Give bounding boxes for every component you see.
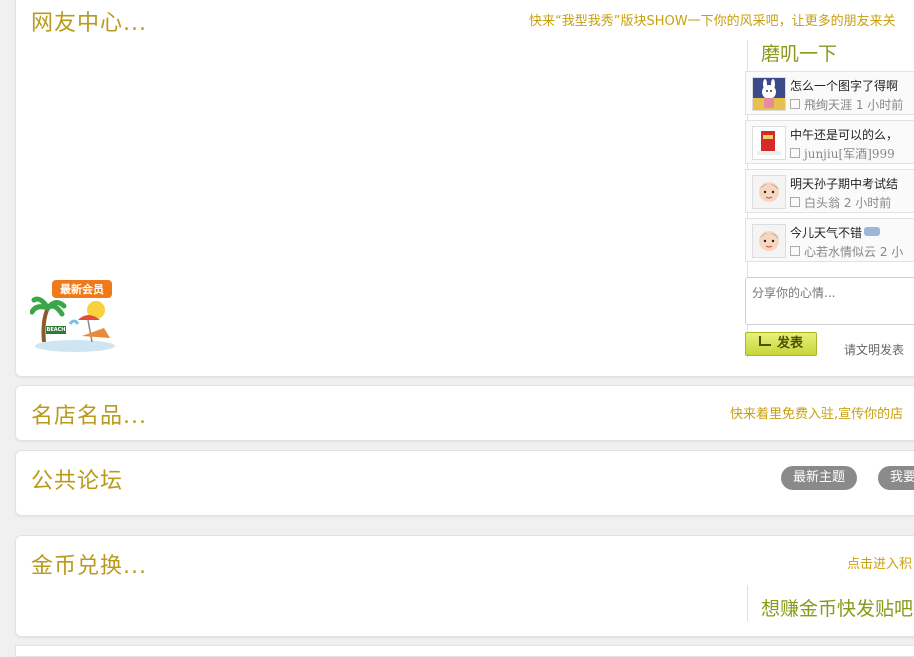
sidebar-title: 磨叽一下	[761, 43, 838, 65]
gold-exchange-title[interactable]: 金币兑换...	[31, 548, 147, 580]
famous-shops-title[interactable]: 名店名品...	[31, 398, 147, 430]
new-member-illustration[interactable]: BEACH 最新会员	[29, 278, 122, 354]
feed-item-text[interactable]: 怎么一个图字了得啊	[790, 77, 898, 94]
friend-center-promo-link[interactable]: 快来“我型我秀”版块SHOW一下你的风采吧，让更多的朋友来关	[529, 10, 896, 29]
gold-exchange-promo-link[interactable]: 点击进入积	[847, 553, 912, 572]
mood-input[interactable]	[746, 278, 914, 330]
feed-item-time: 2 小时前	[843, 196, 892, 210]
feed-item[interactable]: 中午还是可以的么， junjiu[军酒]999	[745, 120, 914, 164]
feed-item-text[interactable]: 明天孙子期中考试结	[790, 175, 898, 192]
doc-icon	[790, 246, 800, 256]
famous-shops-promo-link[interactable]: 快来着里免费入驻,宣传你的店	[730, 403, 903, 422]
feed-item-user[interactable]: 白头翁	[804, 196, 840, 210]
feed-item-user[interactable]: 心若水情似云	[804, 245, 876, 259]
feed-item[interactable]: 怎么一个图字了得啊 飛绚天涯 1 小时前	[745, 71, 914, 115]
post-button[interactable]: 发表	[745, 332, 817, 356]
user-badge-icon	[864, 227, 881, 236]
public-forum-panel	[15, 450, 914, 516]
doc-icon	[790, 99, 800, 109]
avatar[interactable]	[752, 175, 786, 209]
avatar[interactable]	[752, 126, 786, 160]
new-member-badge: 最新会员	[52, 280, 112, 298]
gold-sidebar-divider	[747, 585, 748, 621]
feed-item-meta: 飛绚天涯 1 小时前	[790, 96, 903, 113]
doc-icon	[790, 197, 800, 207]
avatar[interactable]	[752, 77, 786, 111]
feed-item-meta: 白头翁 2 小时前	[790, 194, 891, 211]
gold-exchange-panel	[15, 535, 914, 637]
public-forum-title[interactable]: 公共论坛	[31, 463, 123, 495]
gold-sidebar-title: 想赚金币快发贴吧	[761, 598, 914, 620]
mood-input-container	[745, 277, 914, 330]
feed-item-text-content: 今儿天气不错	[790, 226, 863, 240]
feed-item[interactable]: 今儿天气不错 心若水情似云 2 小	[745, 218, 914, 262]
feed-item-time: 1 小时前	[855, 98, 904, 112]
post-new-topic-button[interactable]: 我要	[878, 466, 914, 490]
post-tip: 请文明发表	[844, 343, 905, 357]
feed-item-user[interactable]: 飛绚天涯	[804, 98, 852, 112]
beach-sign-label: BEACH	[46, 327, 66, 333]
feed-item-text[interactable]: 今儿天气不错	[790, 224, 881, 241]
feed-item-meta: 心若水情似云 2 小	[790, 243, 903, 260]
feed-item-text[interactable]: 中午还是可以的么，	[790, 126, 898, 143]
friend-center-title[interactable]: 网友中心...	[31, 5, 147, 37]
latest-topics-button[interactable]: 最新主题	[781, 466, 858, 490]
feed-item-user[interactable]: junjiu[军酒]999	[804, 147, 895, 161]
feed-item[interactable]: 明天孙子期中考试结 白头翁 2 小时前	[745, 169, 914, 213]
reply-arrow-icon	[758, 336, 771, 346]
doc-icon	[790, 148, 800, 158]
feed-item-time: 2 小	[879, 245, 904, 259]
next-panel-edge	[15, 645, 914, 657]
feed-item-meta: junjiu[军酒]999	[790, 145, 895, 162]
avatar[interactable]	[752, 224, 786, 258]
post-button-label: 发表	[776, 336, 803, 351]
